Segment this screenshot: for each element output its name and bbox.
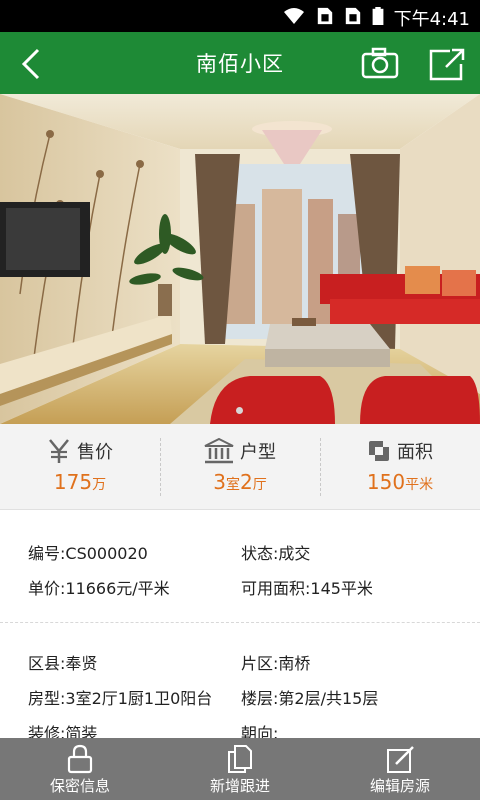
living-room-photo — [0, 94, 480, 424]
area-summary: 面积 150平米 — [320, 424, 480, 510]
yen-icon — [49, 439, 69, 463]
zone: 片区:南桥 — [241, 654, 311, 673]
layout-summary: 户型 3室2厅 — [160, 424, 320, 510]
edit-listing-button[interactable]: 编辑房源 — [320, 738, 480, 800]
unit-price: 单价:11666元/平米 — [28, 579, 170, 598]
edit-icon — [387, 746, 414, 773]
carousel-indicator-dot[interactable] — [236, 407, 243, 414]
bottom-action-bar: 保密信息 新增跟进 编辑房源 — [0, 738, 480, 800]
rooms-count: 3 — [213, 470, 226, 494]
price-label: 售价 — [77, 442, 113, 463]
page-title: 南佰小区 — [196, 52, 284, 76]
floor: 楼层:第2层/共15层 — [241, 689, 379, 708]
summary-panel: 售价 175万 户型 3室2厅 面积 150平米 — [0, 424, 480, 510]
add-follow-up-button[interactable]: 新增跟进 — [160, 738, 320, 800]
title-bar: 南佰小区 — [0, 32, 480, 94]
price-summary: 售价 175万 — [0, 424, 160, 510]
property-photo-carousel[interactable] — [0, 94, 480, 424]
layout-value: 3室2厅 — [160, 470, 320, 494]
layout-label: 户型 — [240, 442, 276, 463]
area-value: 150平米 — [320, 470, 480, 494]
camera-icon — [361, 47, 399, 79]
price-unit: 万 — [92, 477, 107, 493]
halls-count: 2 — [240, 470, 253, 494]
property-details: 编号:CS000020 状态:成交 单价:11666元/平米 可用面积:145平… — [0, 510, 480, 738]
price-amount: 175 — [53, 470, 93, 494]
area-label: 面积 — [397, 442, 433, 463]
area-unit: 平米 — [405, 477, 434, 493]
privacy-info-button[interactable]: 保密信息 — [0, 738, 160, 800]
documents-icon — [228, 745, 252, 773]
wifi-icon — [284, 8, 304, 24]
orientation: 朝向: — [241, 724, 279, 738]
halls-unit: 厅 — [252, 477, 267, 493]
usable-area: 可用面积:145平米 — [241, 579, 373, 598]
share-icon — [429, 48, 465, 81]
rooms-unit: 室 — [226, 477, 240, 493]
price-value: 175万 — [0, 470, 160, 494]
lock-icon — [67, 744, 93, 774]
area-icon — [369, 441, 389, 461]
battery-icon — [372, 7, 384, 25]
privacy-info-label: 保密信息 — [49, 777, 110, 795]
status-time: 下午4:41 — [393, 9, 470, 30]
section-divider — [0, 622, 480, 623]
room-type: 房型:3室2厅1厨1卫0阳台 — [28, 689, 213, 708]
status-bar: 下午4:41 — [0, 0, 480, 32]
camera-button[interactable] — [360, 44, 400, 84]
area-amount: 150 — [366, 470, 406, 494]
building-icon — [204, 437, 234, 464]
district: 区县:奉贤 — [28, 654, 98, 673]
property-status: 状态:成交 — [241, 544, 311, 563]
edit-listing-label: 编辑房源 — [369, 777, 430, 795]
share-button[interactable] — [428, 44, 468, 84]
sim-card-1-icon — [317, 7, 333, 25]
add-follow-up-label: 新增跟进 — [209, 777, 270, 795]
decoration: 装修:简装 — [28, 724, 98, 738]
sim-card-2-icon — [345, 7, 361, 25]
property-code: 编号:CS000020 — [28, 544, 148, 563]
